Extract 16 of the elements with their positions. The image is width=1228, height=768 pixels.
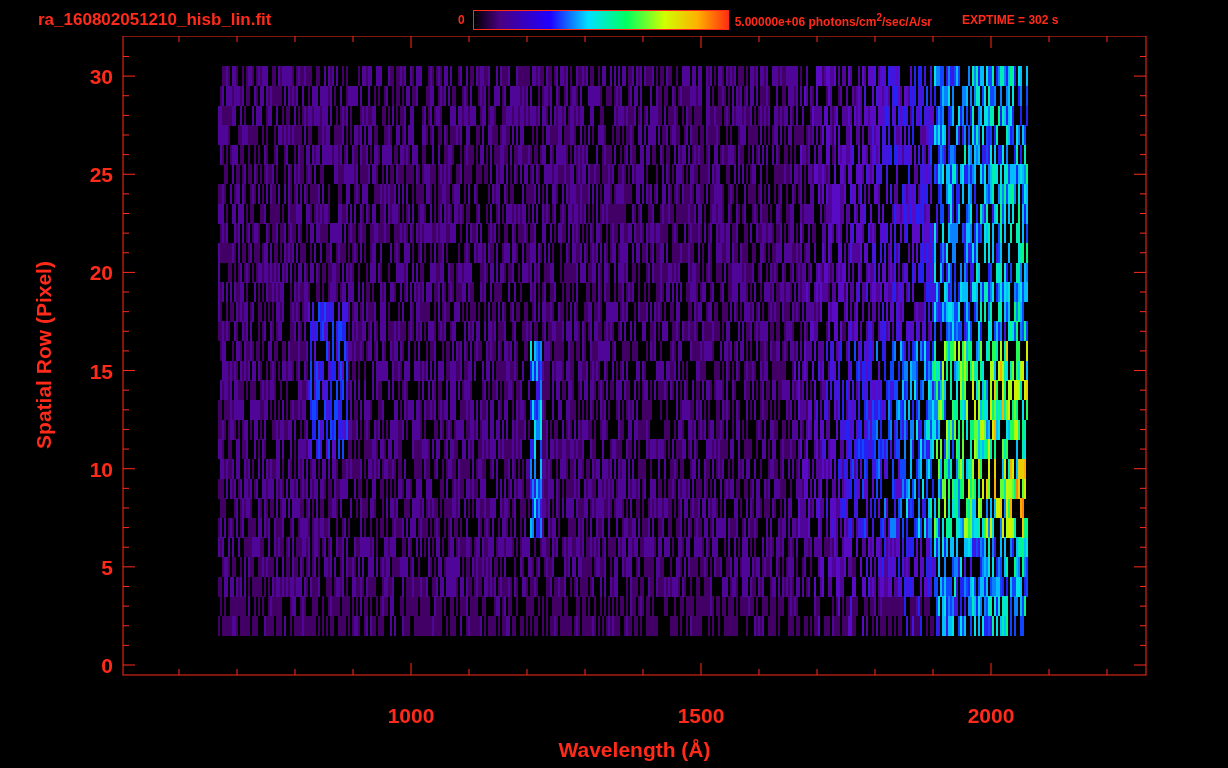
axis-tick-label: 10 [89, 457, 113, 481]
x-axis-label: Wavelength (Å) [558, 738, 711, 761]
exposure-time: EXPTIME = 302 s [962, 13, 1059, 27]
axis-tick-label: 30 [89, 65, 113, 89]
axis-tick-label: 2000 [967, 704, 1015, 727]
colorbar-max-label: 5.00000e+06 photons/cm$^{2}$/sec/A/sr [734, 11, 933, 29]
axis-tick-label: 0 [101, 654, 113, 677]
axis-tick-label: 20 [89, 261, 113, 285]
colorbar-min-label: 0 [458, 13, 465, 27]
file-title: ra_160802051210_hisb_lin.fit [38, 10, 273, 30]
axis-tick-label: 1000 [387, 704, 435, 727]
axis-tick-label: 15 [89, 359, 113, 383]
y-axis-label: Spatial Row (Pixel) [32, 261, 55, 449]
axis-tick-label: 1500 [677, 704, 725, 727]
axis-tick-label: 5 [101, 555, 113, 579]
axis-tick-label: 25 [89, 163, 113, 187]
